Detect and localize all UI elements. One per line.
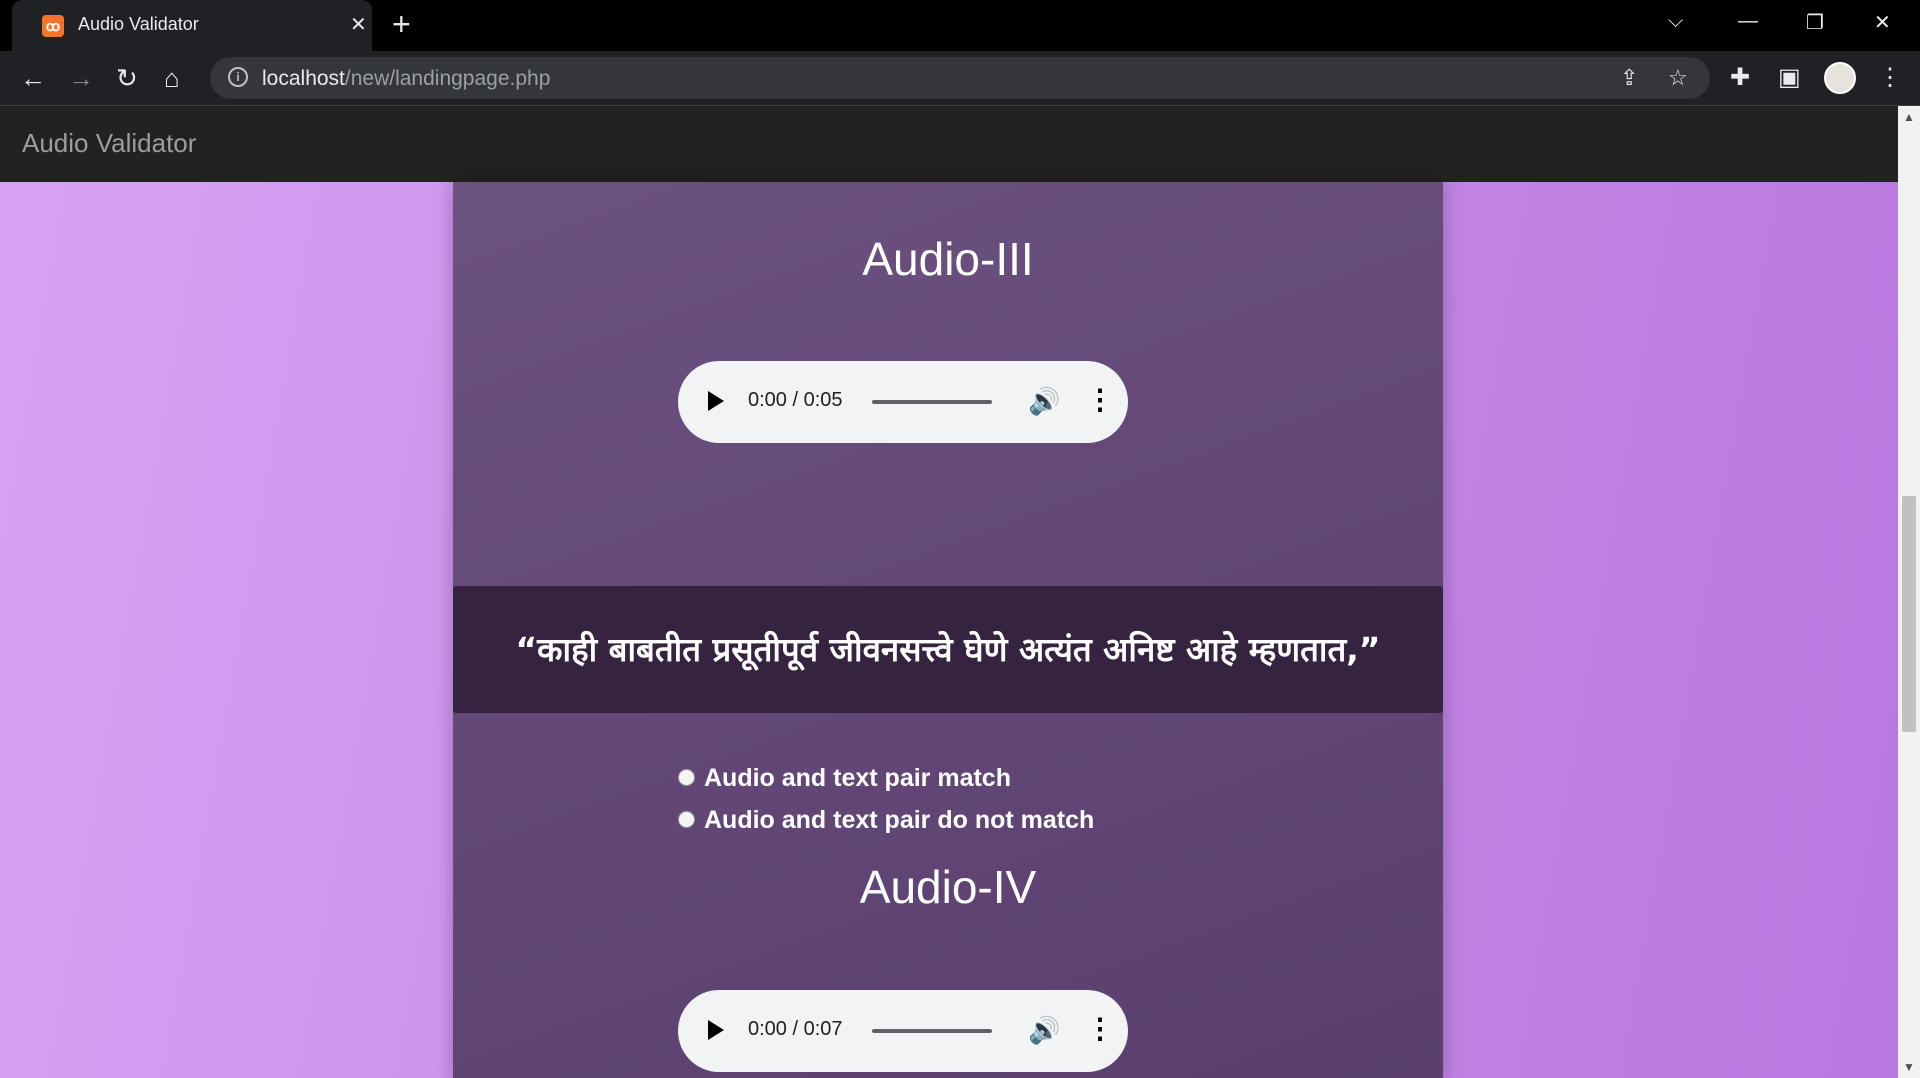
url-host: localhost [262, 67, 345, 90]
scroll-up-icon[interactable]: ▲ [1903, 110, 1915, 124]
audio-player[interactable]: 0:00 / 0:07 🔊 ⋮ [678, 990, 1128, 1072]
tab-close-icon[interactable]: ✕ [350, 12, 367, 37]
audio-time: 0:00 / 0:07 [748, 1018, 843, 1040]
audio-heading: Audio-III [862, 233, 1034, 285]
more-icon[interactable]: ⋮ [1086, 383, 1114, 416]
url-text[interactable]: localhost/new/landingpage.php [262, 67, 550, 91]
profile-avatar[interactable] [1824, 62, 1856, 94]
validator-panel: Audio-III 0:00 / 0:05 🔊 ⋮ “काही बाबतीत प… [453, 182, 1443, 1078]
reload-icon[interactable]: ↻ [116, 63, 138, 93]
page-background: Audio Validator Audio-III 0:00 / 0:05 🔊 … [0, 106, 1898, 1078]
back-icon[interactable]: ← [20, 63, 46, 93]
tab-search-icon[interactable]: ⌵ [1668, 10, 1683, 33]
audio-player[interactable]: 0:00 / 0:05 🔊 ⋮ [678, 361, 1128, 443]
window-close-icon[interactable]: ✕ [1874, 10, 1891, 35]
share-icon[interactable]: ⇪ [1620, 65, 1638, 91]
audio-progress-track[interactable] [872, 400, 992, 404]
home-icon[interactable]: ⌂ [164, 63, 180, 93]
minimize-icon[interactable]: — [1738, 10, 1758, 33]
extensions-icon[interactable]: ✚ [1730, 63, 1750, 92]
tab-strip: ꝏ Audio Validator ✕ + ⌵ — ❐ ✕ [0, 0, 1920, 51]
forward-icon[interactable]: → [68, 63, 94, 93]
transcript-box: “काही बाबतीत प्रसूतीपूर्व जीवनसत्त्वे घे… [453, 586, 1443, 713]
xampp-favicon-icon: ꝏ [42, 15, 64, 37]
page-scrollbar[interactable]: ▲ ▼ [1898, 106, 1920, 1078]
audio-time: 0:00 / 0:05 [748, 389, 843, 411]
browser-toolbar: ← → ↻ ⌂ i localhost/new/landingpage.php … [0, 51, 1920, 106]
radio-match[interactable] [678, 769, 695, 786]
browser-tab[interactable]: ꝏ Audio Validator ✕ [12, 0, 372, 51]
audio-heading: Audio-IV [859, 861, 1037, 913]
app-brand[interactable]: Audio Validator [22, 128, 196, 159]
transcript-text: “काही बाबतीत प्रसूतीपूर्व जीवनसत्त्वे घे… [515, 630, 1381, 669]
info-icon[interactable]: i [228, 67, 248, 87]
address-bar[interactable]: i localhost/new/landingpage.php ⇪ ☆ [210, 57, 1710, 99]
new-tab-icon[interactable]: + [392, 8, 411, 40]
option-match-label: Audio and text pair match [704, 764, 1011, 792]
volume-icon[interactable]: 🔊 [1028, 386, 1060, 417]
volume-icon[interactable]: 🔊 [1028, 1015, 1060, 1046]
more-icon[interactable]: ⋮ [1086, 1012, 1114, 1045]
scroll-thumb[interactable] [1902, 496, 1916, 732]
radio-no-match[interactable] [678, 811, 695, 828]
play-icon[interactable] [708, 391, 724, 411]
menu-icon[interactable]: ⋮ [1878, 63, 1902, 92]
restore-icon[interactable]: ❐ [1806, 10, 1824, 35]
scroll-down-icon[interactable]: ▼ [1903, 1060, 1915, 1074]
star-icon[interactable]: ☆ [1668, 65, 1688, 91]
option-no-match-label: Audio and text pair do not match [704, 806, 1095, 834]
sidepanel-icon[interactable]: ▣ [1778, 63, 1801, 92]
audio-progress-track[interactable] [872, 1029, 992, 1033]
play-icon[interactable] [708, 1020, 724, 1040]
tab-title: Audio Validator [78, 14, 199, 34]
url-path: /new/landingpage.php [344, 67, 551, 90]
app-navbar: Audio Validator [0, 106, 1898, 182]
